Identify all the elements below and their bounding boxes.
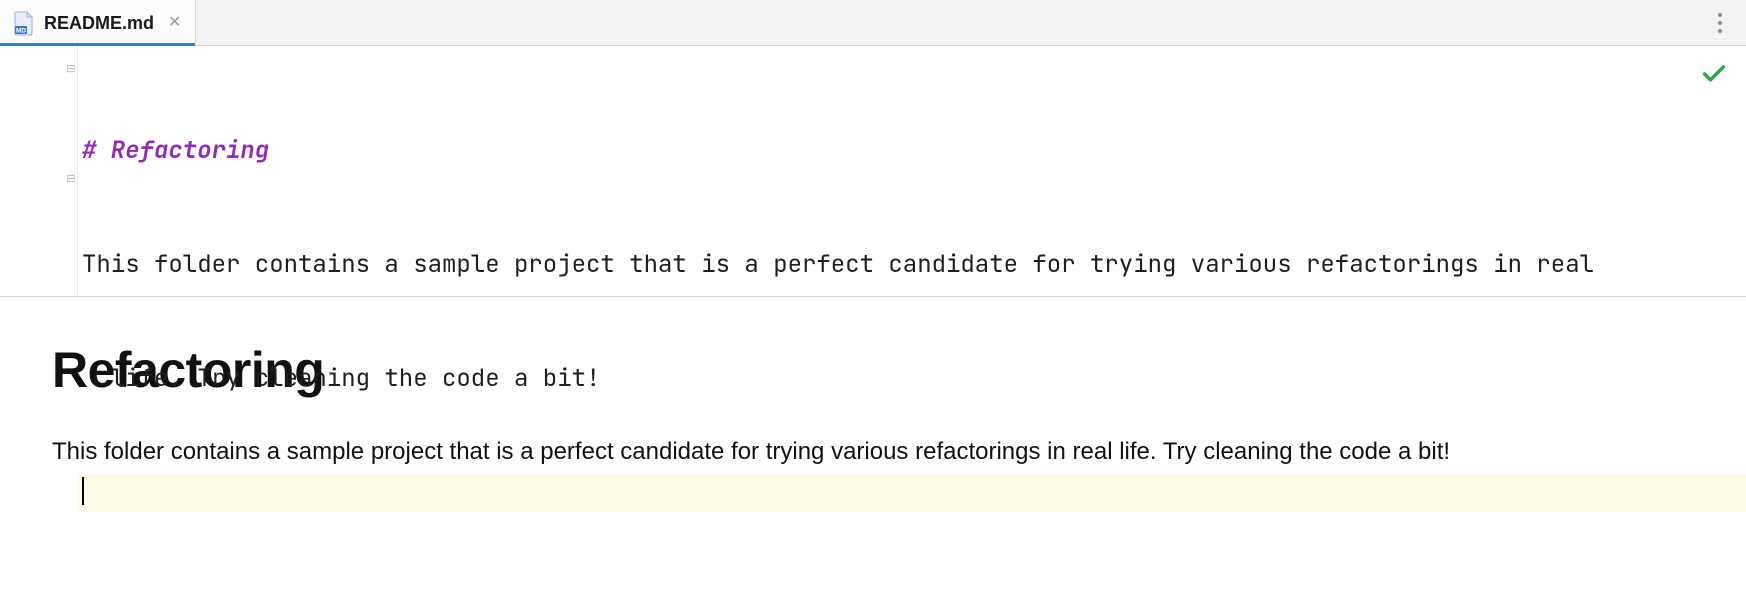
fold-region-end-icon[interactable] (64, 174, 78, 185)
fold-region-start-icon[interactable] (64, 64, 78, 75)
markdown-file-icon: MD (10, 10, 36, 36)
tab-readme[interactable]: MD README.md ✕ (0, 0, 196, 46)
tab-options-icon[interactable] (1708, 11, 1732, 35)
code-line-1[interactable]: # Refactoring (78, 132, 1746, 170)
code-area[interactable]: # Refactoring This folder contains a sam… (78, 46, 1746, 296)
close-icon[interactable]: ✕ (168, 15, 181, 31)
code-line-2[interactable]: This folder contains a sample project th… (78, 246, 1746, 284)
tab-filename: README.md (44, 13, 154, 34)
editor-gutter (0, 46, 78, 296)
text-caret (82, 477, 84, 505)
tabbar-actions (1708, 0, 1746, 46)
inspection-ok-icon[interactable] (1700, 60, 1728, 88)
markdown-source-editor[interactable]: # Refactoring This folder contains a sam… (0, 46, 1746, 296)
code-line-4[interactable] (78, 474, 1746, 512)
editor-tabbar: MD README.md ✕ (0, 0, 1746, 46)
code-line-3[interactable]: life. Try cleaning the code a bit! (78, 360, 1746, 398)
svg-text:MD: MD (16, 28, 26, 35)
